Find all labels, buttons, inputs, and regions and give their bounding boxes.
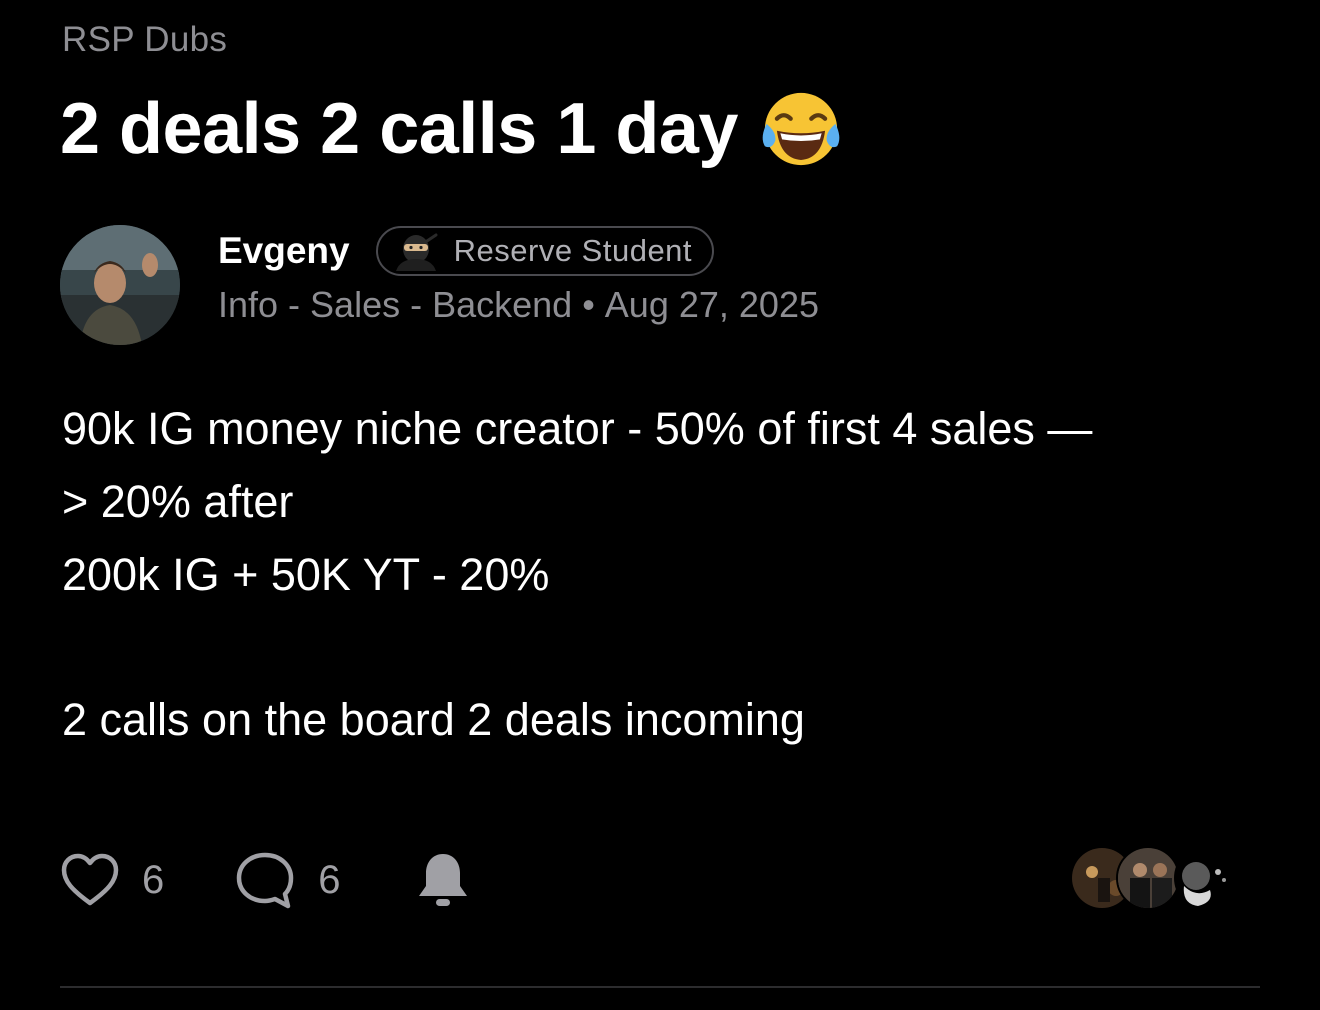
post-actions: 6 6 [60,848,541,912]
post-title-text: 2 deals 2 calls 1 day [60,89,738,169]
role-badge: Reserve Student [375,226,715,276]
author-name[interactable]: Evgeny [218,230,350,272]
badge-label: Reserve Student [453,233,693,268]
body-line: 90k IG money niche creator - 50% of firs… [62,403,1093,454]
bell-icon [418,854,467,906]
comment-button[interactable]: 6 [234,850,341,910]
author-row: Evgeny Reserve Student [218,224,715,278]
viewer-avatar [1174,846,1234,910]
comment-count: 6 [318,857,341,902]
post-body: 90k IG money niche creator - 50% of firs… [62,392,1282,756]
author-tags: Info - Sales - Backend [218,284,573,325]
notify-button[interactable] [415,850,471,910]
heart-icon [61,853,119,906]
author-avatar[interactable] [60,225,180,345]
post-meta: Info - Sales - Backend • Aug 27, 2025 [218,284,819,326]
like-button[interactable]: 6 [60,852,164,908]
post-title: 2 deals 2 calls 1 day [60,86,844,172]
post-divider [60,986,1260,988]
meta-separator: • [582,284,595,325]
like-count: 6 [142,857,165,902]
community-name[interactable]: RSP Dubs [62,20,227,60]
face-with-tears-of-joy-icon [762,92,840,166]
body-line: 2 calls on the board 2 deals incoming [62,694,805,745]
avatar-photo [60,225,180,345]
viewer-avatar [1116,846,1180,910]
post-date: Aug 27, 2025 [604,284,819,325]
body-line: > 20% after [62,476,294,527]
body-line: 200k IG + 50K YT - 20% [62,549,550,600]
viewer-avatars[interactable] [1070,846,1260,910]
ninja-icon [395,233,438,271]
comment-bubble-icon [237,852,294,909]
